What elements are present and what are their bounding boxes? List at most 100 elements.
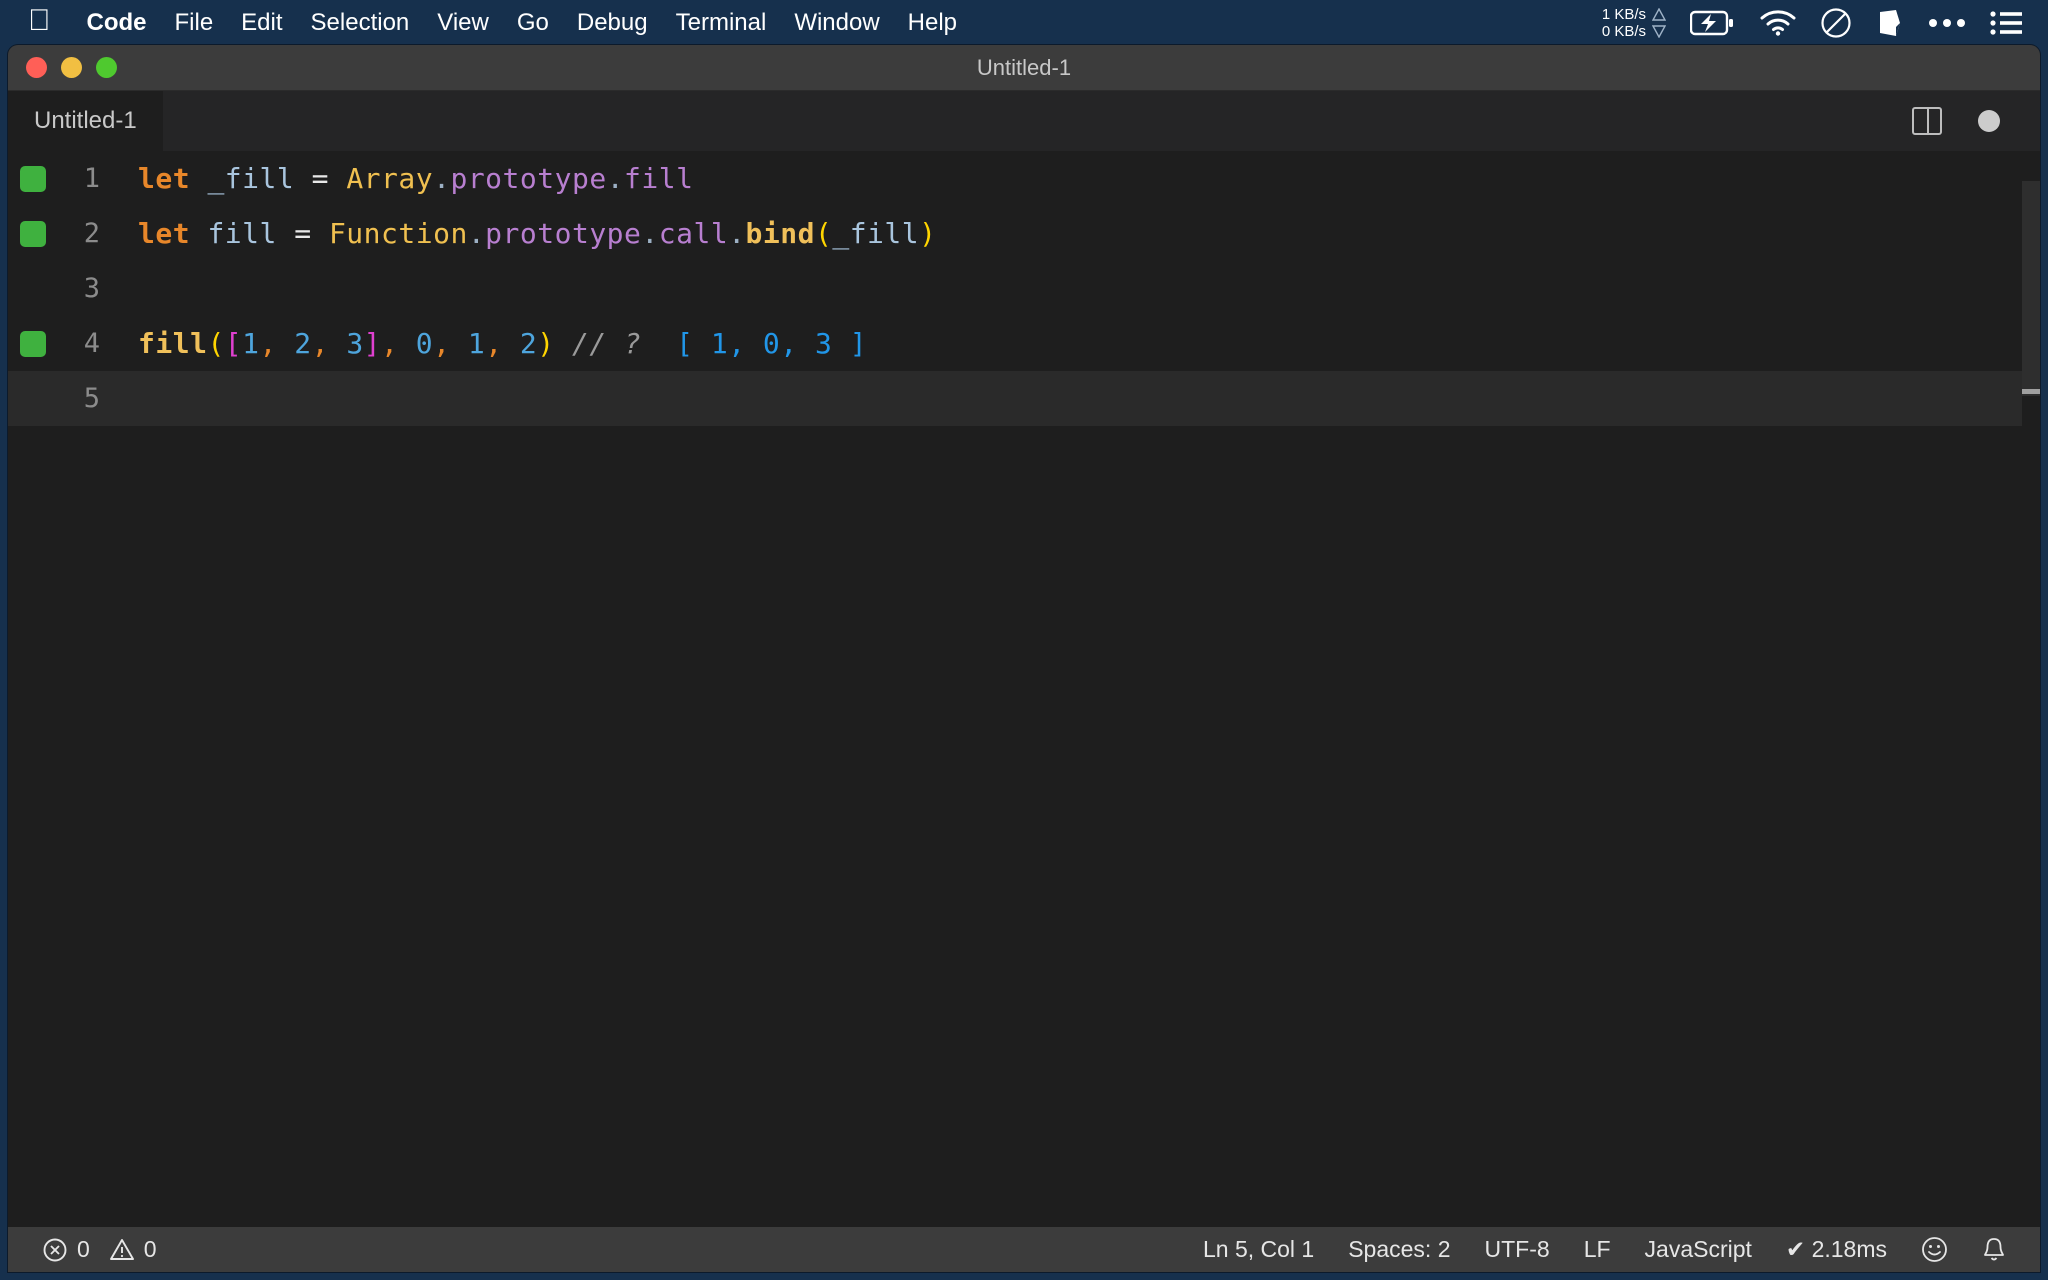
split-editor-icon[interactable]	[1912, 107, 1942, 135]
code-line[interactable]: 2 let fill = Function.prototype.call.bind…	[8, 206, 2040, 261]
menu-items-group: Code File Edit Selection View Go Debug Terminal…	[73, 9, 972, 37]
code-token: ,	[433, 327, 451, 360]
quokka-live-marker-icon	[20, 330, 46, 357]
code-token: // ?	[571, 327, 642, 360]
code-line[interactable]: 4 fill([1, 2, 3], 0, 1, 2) // ? [ 1, 0, 3…	[8, 316, 2040, 371]
code-token: =	[294, 217, 312, 250]
unsaved-changes-dot[interactable]	[1978, 110, 2000, 132]
menu-item-help[interactable]: Help	[894, 9, 971, 37]
problems-status[interactable]: 0 0	[42, 1236, 157, 1263]
error-circle-icon	[43, 1238, 67, 1261]
battery-charging-icon[interactable]	[1690, 10, 1736, 36]
code-token: fill	[624, 162, 694, 195]
network-speed-indicator[interactable]: 1 KB/s 0 KB/s	[1602, 6, 1666, 40]
scrollbar-thumb[interactable]	[2022, 181, 2040, 396]
code-text: let _fill = Array.prototype.fill	[138, 162, 693, 195]
tab-label: Untitled-1	[34, 107, 137, 134]
code-token: ,	[259, 327, 277, 360]
apple-logo-icon[interactable]: 	[28, 5, 51, 36]
code-token: (	[207, 327, 225, 360]
code-token: fill	[138, 327, 208, 360]
language-mode[interactable]: JavaScript	[1645, 1236, 1752, 1263]
menu-item-edit[interactable]: Edit	[227, 9, 296, 37]
tab-untitled-1[interactable]: Untitled-1	[8, 91, 164, 151]
code-token: let	[138, 217, 191, 250]
code-lines-container: 1 let _fill = Array.prototype.fill 2 let fi…	[8, 151, 2040, 426]
code-token: ,	[311, 327, 329, 360]
quokka-live-marker-icon	[20, 220, 46, 247]
code-token: fill	[207, 217, 277, 250]
code-token: prototype	[450, 162, 607, 195]
code-token: _fill	[832, 217, 920, 250]
menu-item-go[interactable]: Go	[503, 9, 563, 37]
menu-item-selection[interactable]: Selection	[297, 9, 424, 37]
code-token: Function	[328, 217, 468, 250]
wifi-icon[interactable]	[1760, 9, 1796, 36]
code-token: 2	[519, 327, 538, 360]
code-token: 1	[467, 327, 486, 360]
window-title: Untitled-1	[976, 54, 1072, 80]
code-token: .	[433, 162, 451, 195]
line-number: 5	[83, 383, 100, 414]
menu-item-terminal[interactable]: Terminal	[662, 9, 781, 37]
minimize-button[interactable]	[61, 57, 82, 78]
menu-item-window[interactable]: Window	[780, 9, 893, 37]
code-token: _fill	[207, 162, 295, 195]
macos-menu-bar:  CodeFileEditSelectionViewGoDebugTermin…	[0, 0, 2048, 45]
indentation-setting[interactable]: Spaces: 2	[1348, 1236, 1450, 1263]
encoding-setting[interactable]: UTF-8	[1485, 1236, 1550, 1263]
ellipsis-icon[interactable]	[1928, 17, 1966, 29]
notification-bell-icon[interactable]	[1982, 1236, 2006, 1263]
download-arrow-icon	[1652, 24, 1666, 38]
smiley-icon[interactable]	[1921, 1236, 1948, 1263]
code-line[interactable]: 5	[8, 371, 2040, 426]
maximize-button[interactable]	[96, 57, 117, 78]
menu-item-debug[interactable]: Debug	[563, 9, 662, 37]
editor-tab-bar: Untitled-1	[8, 91, 2040, 151]
code-text: fill([1, 2, 3], 0, 1, 2) // ? [ 1, 0, 3 …	[138, 327, 867, 360]
status-bar-right: Ln 5, Col 1 Spaces: 2 UTF-8 LF JavaScrip…	[1203, 1236, 2040, 1263]
code-line[interactable]: 1 let _fill = Array.prototype.fill	[8, 151, 2040, 206]
menu-bar-status-group: 1 KB/s 0 KB/s	[1602, 6, 2048, 40]
code-token: .	[728, 217, 746, 250]
code-token: .	[606, 162, 625, 195]
code-token: =	[311, 162, 329, 195]
code-token: [	[224, 327, 243, 360]
code-token: )	[919, 217, 937, 250]
do-not-disturb-icon[interactable]	[1820, 7, 1852, 39]
list-menu-icon[interactable]	[1990, 10, 2022, 36]
code-token: let	[138, 162, 191, 195]
upload-arrow-icon	[1652, 7, 1666, 21]
close-button[interactable]	[26, 57, 47, 78]
code-token: )	[537, 327, 555, 360]
traffic-light-buttons	[8, 57, 117, 78]
menu-item-view[interactable]: View	[423, 9, 503, 37]
line-number: 3	[83, 273, 100, 304]
code-editor[interactable]: 1 let _fill = Array.prototype.fill 2 let fi…	[8, 151, 2040, 1227]
cursor-position[interactable]: Ln 5, Col 1	[1203, 1236, 1314, 1263]
code-token: prototype	[485, 217, 642, 250]
code-token: 0	[415, 327, 434, 360]
quokka-live-marker-icon	[20, 165, 46, 192]
code-line[interactable]: 3	[8, 261, 2040, 316]
vscode-window: Untitled-1 Untitled-1 1 let _fill = Array…	[8, 45, 2040, 1272]
eol-setting[interactable]: LF	[1584, 1236, 1611, 1263]
network-upload-value: 1 KB/s	[1601, 5, 1646, 23]
editor-actions-group	[1912, 107, 2040, 135]
menu-item-code[interactable]: Code	[73, 9, 161, 37]
code-token: [ 1, 0, 3 ]	[676, 327, 868, 360]
code-token: 3	[346, 327, 364, 360]
menu-item-file[interactable]: File	[161, 9, 228, 37]
editor-scrollbar[interactable]	[2022, 151, 2040, 1227]
dropbox-icon[interactable]	[1876, 8, 1904, 38]
quokka-runtime-status[interactable]: ✔ 2.18ms	[1786, 1236, 1887, 1263]
network-download-value: 0 KB/s	[1601, 22, 1646, 40]
error-count: 0	[77, 1236, 90, 1262]
